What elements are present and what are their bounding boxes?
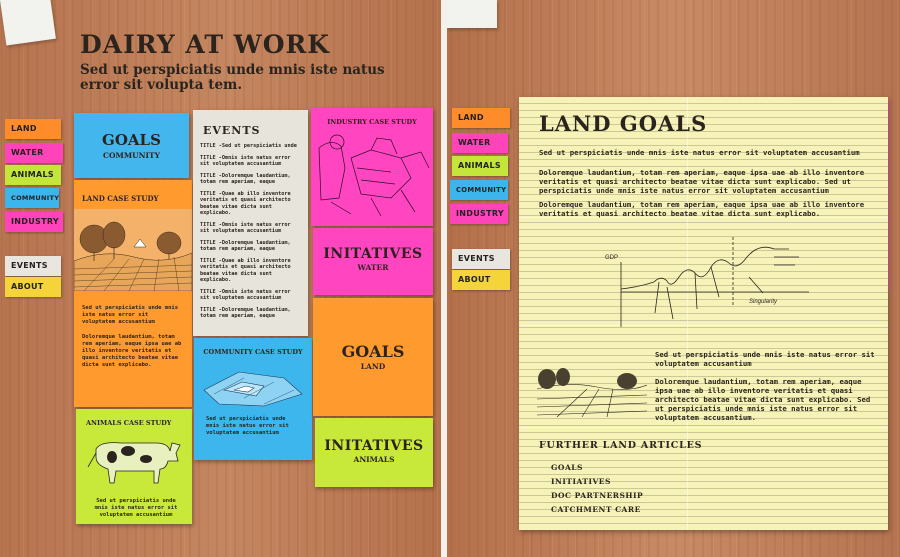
event-item[interactable]: TITLE -Doloremque laudantium, totam rem … xyxy=(200,173,301,186)
initatives-water-card[interactable]: INITATIVES WATER xyxy=(313,228,433,295)
article-link-doc-partnership[interactable]: DOC PARTNERSHIP xyxy=(551,491,643,500)
card-title: INDUSTRY CASE STUDY xyxy=(327,118,417,126)
field-sketch xyxy=(537,368,647,418)
card-subtitle: LAND xyxy=(360,362,386,371)
event-item[interactable]: TITLE -Quae ab illo inventore veritatis … xyxy=(200,191,301,217)
industry-sketch xyxy=(318,134,430,217)
card-text-2: Doloremque laudantium, totam rem aperiam… xyxy=(82,334,182,368)
nav-about[interactable]: ABOUT xyxy=(5,277,61,297)
community-case-study-card[interactable]: COMMUNITY CASE STUDY Sed ut perspiciatis… xyxy=(194,338,312,460)
card-title: GOALS xyxy=(102,131,161,149)
card-text: Sed ut perspiciatis unde mnis iste natus… xyxy=(94,498,178,518)
event-item[interactable]: TITLE -Doloremque laudantium, totam rem … xyxy=(200,307,301,320)
card-title: GOALS xyxy=(341,342,405,361)
event-item[interactable]: TITLE -Sed ut perspiciatis unde xyxy=(200,143,301,150)
event-item[interactable]: TITLE -Quae ab illo inventore veritatis … xyxy=(200,258,301,284)
card-title: COMMUNITY CASE STUDY xyxy=(203,348,303,356)
nav-industry[interactable]: INDUSTRY xyxy=(450,204,508,224)
nav-community[interactable]: COMMUNITY xyxy=(5,188,59,208)
events-list: TITLE -Sed ut perspiciatis unde TITLE -O… xyxy=(193,143,308,320)
card-subtitle: ANIMALS xyxy=(353,455,395,464)
intro-text: Sed ut perspiciatis unde mnis iste natus… xyxy=(539,148,860,157)
card-title: EVENTS xyxy=(203,124,261,137)
event-item[interactable]: TITLE -Doloremque laudantium, totam rem … xyxy=(200,240,301,253)
site-subtitle: Sed ut perspiciatis unde mnis iste natus… xyxy=(80,62,385,93)
body-text-4: Doloremque laudantium, totam rem aperiam… xyxy=(655,377,871,422)
cow-sketch xyxy=(87,442,181,484)
nav-about[interactable]: ABOUT xyxy=(452,270,510,290)
nav-land[interactable]: LAND xyxy=(452,108,510,128)
nav-water[interactable]: WATER xyxy=(5,143,63,163)
initatives-animals-card[interactable]: INITATIVES ANIMALS xyxy=(315,418,433,487)
nav-animals[interactable]: ANIMALS xyxy=(5,165,61,185)
graph-label-singularity: Singularity xyxy=(749,299,778,305)
animals-case-study-card[interactable]: ANIMALS CASE STUDY Sed ut perspiciatis u… xyxy=(76,409,192,524)
further-articles-heading: FURTHER LAND ARTICLES xyxy=(539,440,703,451)
farm-sketch xyxy=(74,209,192,291)
body-text-1: Doloremque laudantium, totam rem aperiam… xyxy=(539,168,865,195)
nav-water[interactable]: WATER xyxy=(452,133,508,153)
industry-case-study-card[interactable]: INDUSTRY CASE STUDY xyxy=(311,108,433,226)
page-title: LAND GOALS xyxy=(539,111,708,136)
paper-corner xyxy=(447,0,497,28)
nav-events[interactable]: EVENTS xyxy=(5,256,61,276)
card-text: Sed ut perspiciatis unde mnis iste natus… xyxy=(206,416,289,436)
graph-label-gdp: GDP xyxy=(605,255,618,261)
card-title: INITATIVES xyxy=(323,246,423,262)
nav-industry[interactable]: INDUSTRY xyxy=(5,212,63,232)
card-subtitle: COMMUNITY xyxy=(103,151,160,160)
land-case-study-card[interactable]: LAND CASE STUDY Sed ut perspiciatis unde… xyxy=(74,180,192,407)
body-text-3: Sed ut perspiciatis unde mnis iste natus… xyxy=(655,350,875,368)
site-title: DAIRY AT WORK xyxy=(80,30,331,59)
nav-land[interactable]: LAND xyxy=(5,119,61,139)
paper-corner xyxy=(0,0,56,46)
goals-community-card[interactable]: GOALS COMMUNITY xyxy=(74,113,189,178)
gdp-graph-sketch: GDP Singularity xyxy=(605,237,809,327)
body-text-2: Doloremque laudantium, totam rem aperiam… xyxy=(539,200,865,218)
article-link-initiatives[interactable]: INITIATIVES xyxy=(551,477,611,486)
town-sketch xyxy=(203,371,303,407)
nav-animals[interactable]: ANIMALS xyxy=(452,156,508,176)
events-card[interactable]: EVENTS TITLE -Sed ut perspiciatis unde T… xyxy=(193,110,308,336)
nav-events[interactable]: EVENTS xyxy=(452,249,510,269)
article-link-goals[interactable]: GOALS xyxy=(551,463,583,472)
card-title: ANIMALS CASE STUDY xyxy=(86,419,172,427)
nav-community[interactable]: COMMUNITY xyxy=(450,180,508,200)
card-title: INITATIVES xyxy=(324,438,424,454)
event-item[interactable]: TITLE -Omnis iste natus error sit volupt… xyxy=(200,155,301,168)
paper-fold xyxy=(519,427,888,428)
card-text-1: Sed ut perspiciatis unde mnis iste natus… xyxy=(82,305,179,325)
event-item[interactable]: TITLE -Omnis iste natus error sit volupt… xyxy=(200,289,301,302)
goals-land-card[interactable]: GOALS LAND xyxy=(313,298,433,416)
land-goals-page: LAND GOALS Sed ut perspiciatis unde mnis… xyxy=(519,97,888,530)
left-page-mockup: DAIRY AT WORK Sed ut perspiciatis unde m… xyxy=(0,0,441,557)
event-item[interactable]: TITLE -Omnis iste natus error sit volupt… xyxy=(200,222,301,235)
article-link-catchment-care[interactable]: CATCHMENT CARE xyxy=(551,505,641,514)
card-title: LAND CASE STUDY xyxy=(82,194,159,203)
card-subtitle: WATER xyxy=(357,263,389,272)
farm-sketch-svg xyxy=(74,221,192,291)
